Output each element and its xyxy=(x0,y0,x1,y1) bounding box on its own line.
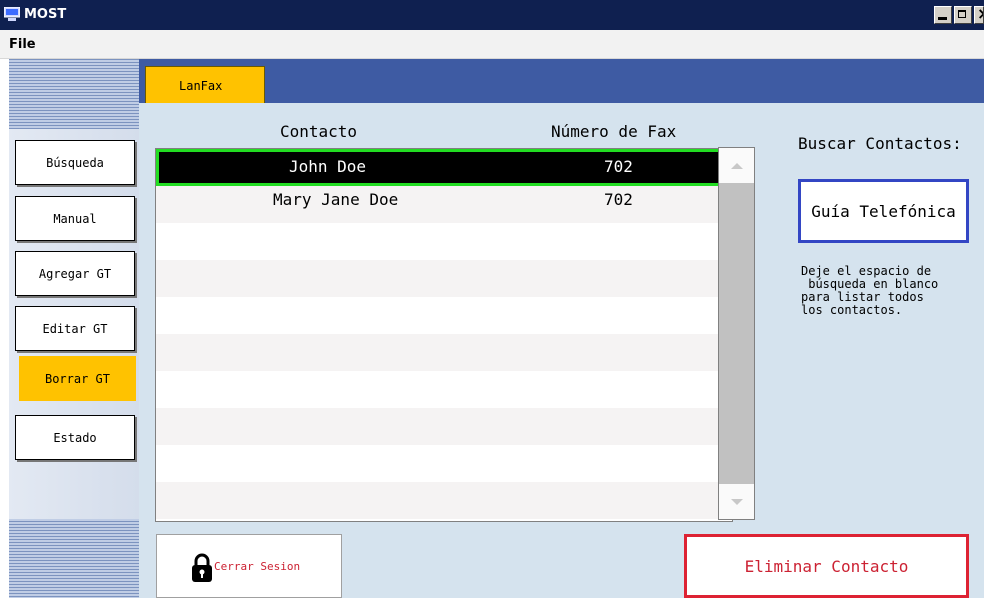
arrow-up-icon xyxy=(731,163,743,169)
logout-label: Cerrar Sesion xyxy=(214,560,301,573)
list-scrollbar[interactable] xyxy=(718,147,755,520)
maximize-button[interactable] xyxy=(954,6,972,24)
nav-busqueda-button[interactable]: Búsqueda xyxy=(15,140,135,185)
table-row-empty xyxy=(156,445,732,482)
search-contacts-label: Buscar Contactos: xyxy=(798,134,962,153)
menu-file[interactable]: File xyxy=(9,37,36,52)
nav-borrar-gt-button[interactable]: Borrar GT xyxy=(19,356,136,401)
nav-editar-gt-button[interactable]: Editar GT xyxy=(15,306,135,351)
row-contact: Mary Jane Doe xyxy=(273,190,399,209)
table-row-empty xyxy=(156,260,732,297)
phonebook-button[interactable]: Guía Telefónica xyxy=(798,179,969,243)
contacts-list[interactable]: John Doe 702 Mary Jane Doe 702 xyxy=(155,148,733,522)
main-panel: Contacto Número de Fax John Doe 702 Mary… xyxy=(139,103,984,598)
table-row-empty xyxy=(156,482,732,519)
window-title: MOST xyxy=(24,7,67,22)
logout-button[interactable]: Cerrar Sesion xyxy=(156,534,342,598)
row-contact: John Doe xyxy=(289,157,367,176)
column-header-fax: Número de Fax xyxy=(551,122,677,141)
table-row-empty xyxy=(156,408,732,445)
close-button[interactable] xyxy=(974,6,984,24)
nav-agregar-gt-button[interactable]: Agregar GT xyxy=(15,251,135,296)
table-row[interactable]: Mary Jane Doe 702 xyxy=(156,186,732,223)
table-row-empty xyxy=(156,223,732,260)
scroll-down-button[interactable] xyxy=(719,484,754,519)
tab-lanfax[interactable]: LanFax xyxy=(145,66,265,103)
sidebar: Búsqueda Manual Agregar GT Editar GT Bor… xyxy=(9,59,139,598)
computer-icon xyxy=(4,7,20,21)
nav-estado-button[interactable]: Estado xyxy=(15,415,135,460)
menu-bar: File xyxy=(0,30,984,59)
row-fax: 702 xyxy=(604,190,633,209)
table-row-empty xyxy=(156,297,732,334)
title-bar: MOST xyxy=(0,0,984,30)
search-help-text: Deje el espacio de búsqueda en blanco pa… xyxy=(801,264,939,317)
minimize-button[interactable] xyxy=(934,6,952,24)
column-header-contact: Contacto xyxy=(280,122,358,141)
scroll-up-button[interactable] xyxy=(719,148,754,183)
delete-contact-button[interactable]: Eliminar Contacto xyxy=(684,534,969,598)
table-row[interactable]: John Doe 702 xyxy=(156,149,732,186)
nav-manual-button[interactable]: Manual xyxy=(15,196,135,241)
table-row-empty xyxy=(156,371,732,408)
lock-icon xyxy=(192,553,212,582)
tab-bar: LanFax xyxy=(139,59,984,103)
row-fax: 702 xyxy=(604,157,633,176)
arrow-down-icon xyxy=(731,499,743,505)
table-row-empty xyxy=(156,334,732,371)
